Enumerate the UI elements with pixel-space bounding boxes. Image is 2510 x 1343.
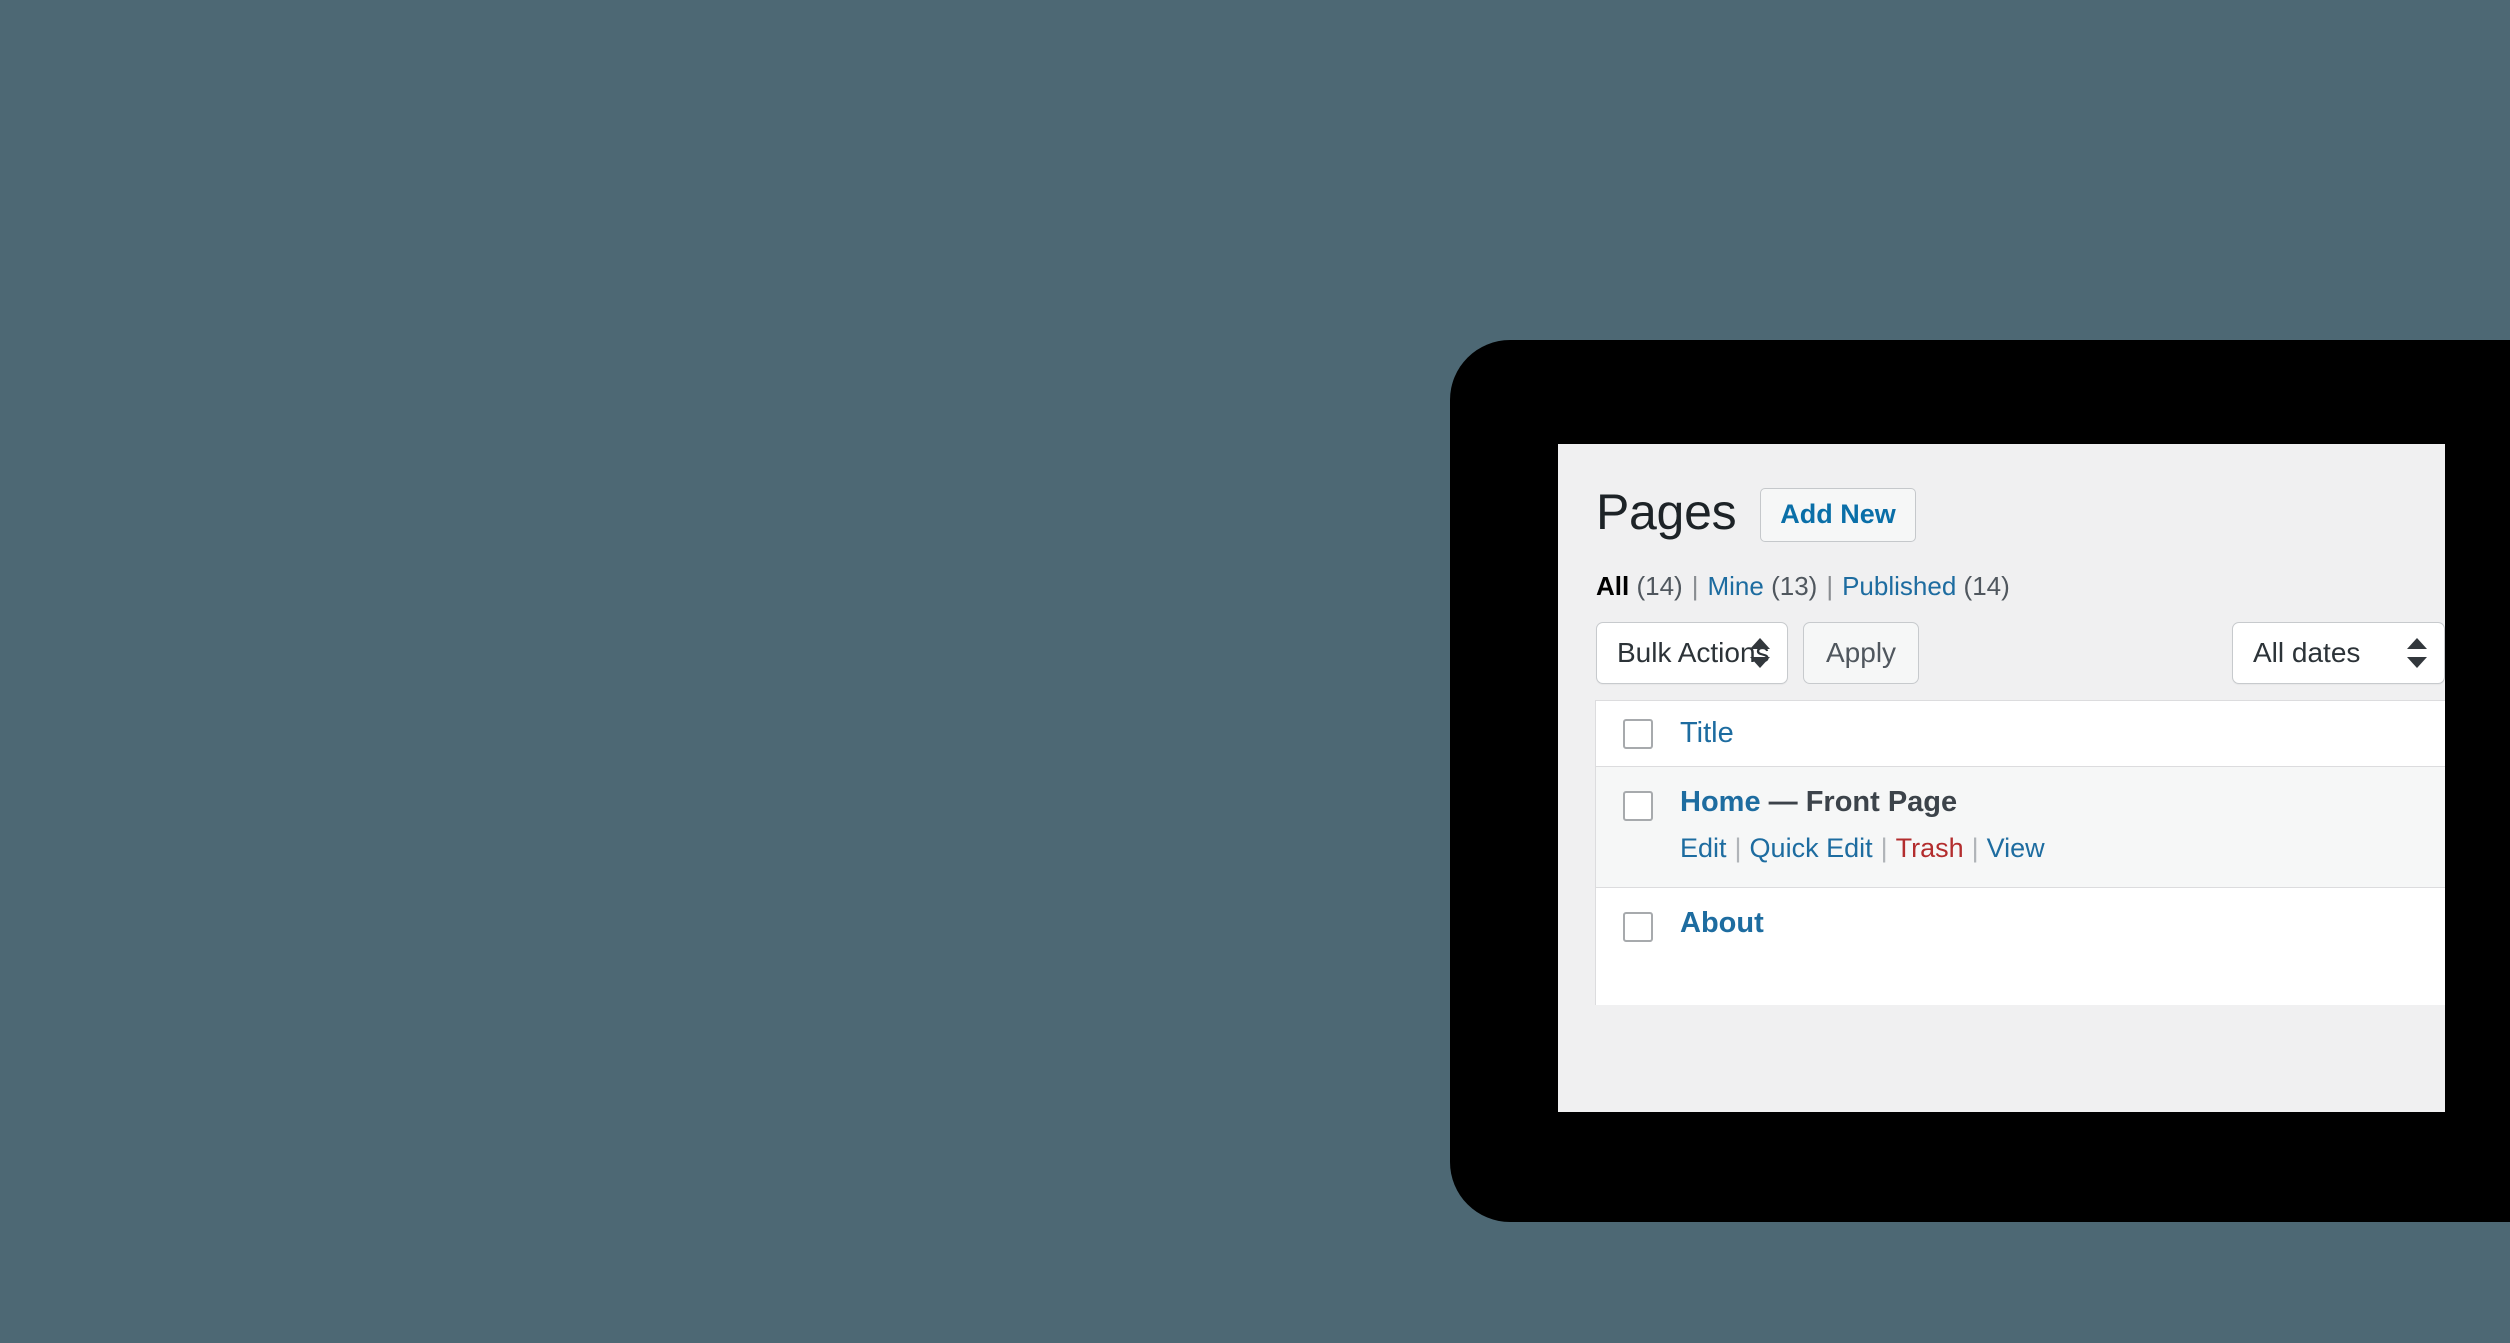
row-action-separator: |	[1734, 833, 1742, 864]
page-title: Pages	[1596, 484, 1737, 541]
select-arrows-icon	[1750, 638, 1770, 669]
filter-item-all: All (14)	[1596, 571, 1683, 601]
page-badge-front-page: — Front Page	[1768, 786, 1958, 819]
row-action-trash[interactable]: Trash	[1896, 833, 1964, 863]
row-actions: Edit | Quick Edit | Trash | View	[1680, 820, 2445, 886]
filter-link-all[interactable]: All	[1596, 571, 1629, 601]
row-title-line: About	[1680, 888, 2445, 941]
filter-item-mine: Mine (13)	[1707, 571, 1817, 601]
row-action-edit[interactable]: Edit	[1680, 833, 1727, 863]
apply-button[interactable]: Apply	[1803, 622, 1920, 685]
pages-table: Title Home — Front Page Edit | Quick Edit |…	[1595, 700, 2445, 1006]
row-action-separator: |	[1971, 833, 1979, 864]
table-row: About	[1596, 887, 2445, 1006]
select-all-cell	[1596, 718, 1680, 749]
bulk-actions-select[interactable]: Bulk Actions	[1596, 622, 1788, 685]
filter-separator-2: |	[1826, 571, 1834, 602]
page-title-link-about[interactable]: About	[1680, 907, 1764, 939]
row-checkbox-cell	[1596, 767, 1680, 822]
page-header: Pages Add New	[1558, 444, 2445, 543]
select-all-checkbox[interactable]	[1623, 718, 1653, 749]
row-title-cell: About	[1680, 888, 2445, 1005]
row-checkbox-cell	[1596, 888, 1680, 942]
row-title-cell: Home — Front Page Edit | Quick Edit | Trash |…	[1680, 767, 2445, 887]
row-action-separator: |	[1880, 833, 1888, 864]
filter-count-mine: (13)	[1771, 571, 1818, 602]
column-header-title: Title	[1680, 717, 2445, 750]
add-new-button[interactable]: Add New	[1760, 488, 1916, 543]
page-title-link-home[interactable]: Home	[1680, 786, 1761, 818]
row-action-view[interactable]: View	[1987, 833, 2045, 863]
filter-link-published[interactable]: Published	[1842, 571, 1956, 601]
status-filter-list: All (14) | Mine (13) | Published (14)	[1558, 542, 2445, 604]
filter-count-published: (14)	[1963, 571, 2010, 602]
row-select-checkbox[interactable]	[1623, 911, 1653, 942]
date-filter-select[interactable]: All dates	[2232, 622, 2445, 685]
table-row: Home — Front Page Edit | Quick Edit | Trash |…	[1596, 767, 2445, 888]
row-title-line: Home — Front Page	[1680, 767, 2445, 820]
filter-link-mine[interactable]: Mine	[1707, 571, 1763, 601]
select-arrows-icon	[2407, 638, 2427, 669]
row-select-checkbox[interactable]	[1623, 791, 1653, 822]
filter-separator-1: |	[1691, 571, 1699, 602]
row-action-quick-edit[interactable]: Quick Edit	[1750, 833, 1873, 863]
bulk-actions-value: Bulk Actions	[1617, 637, 1770, 669]
table-header-row: Title	[1596, 701, 2445, 768]
filter-count-all: (14)	[1636, 571, 1683, 602]
wordpress-admin-page: Pages Add New All (14) | Mine (13) | Publish…	[1558, 444, 2445, 1112]
table-navigation-top: Bulk Actions Apply All dates	[1558, 604, 2445, 700]
filter-item-published: Published (14)	[1842, 571, 2010, 601]
column-header-title-link[interactable]: Title	[1680, 717, 1734, 749]
browser-viewport: Pages Add New All (14) | Mine (13) | Publish…	[1558, 444, 2445, 1112]
date-filter-value: All dates	[2253, 637, 2361, 669]
